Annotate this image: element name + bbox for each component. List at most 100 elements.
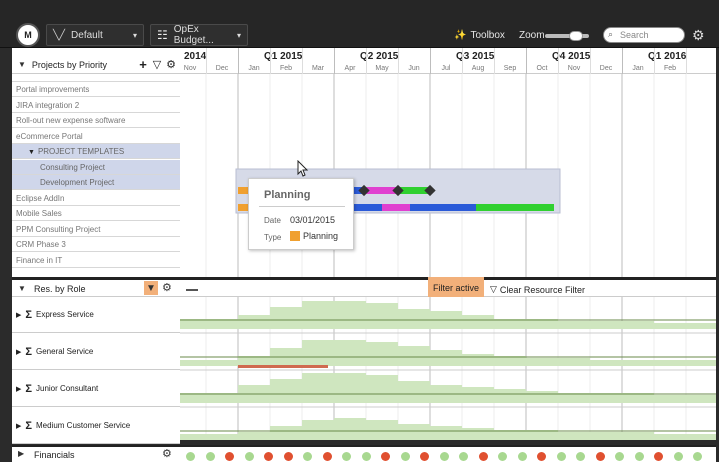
financial-status-dot[interactable] <box>381 452 390 461</box>
view-select[interactable]: ╲╱ Default ▾ <box>46 24 144 46</box>
financial-status-dot[interactable] <box>225 452 234 461</box>
capacity-bar <box>270 379 302 403</box>
financial-status-dot[interactable] <box>478 452 488 461</box>
financial-status-dot[interactable] <box>205 452 215 461</box>
filter-icon[interactable]: ▼ <box>144 281 158 295</box>
financial-status-dot[interactable] <box>537 452 546 461</box>
project-row-partial[interactable] <box>12 74 180 82</box>
development-phase-bar[interactable] <box>476 204 554 211</box>
role-row[interactable]: ▶ Σ Medium Customer Service <box>12 408 180 444</box>
financial-status-dot[interactable] <box>634 452 644 461</box>
project-row[interactable]: ▼ PROJECT TEMPLATES <box>12 144 180 159</box>
financial-status-dot[interactable] <box>693 452 702 461</box>
expand-arrow-icon[interactable]: ▶ <box>16 311 21 319</box>
financial-status-dot[interactable] <box>303 452 312 461</box>
project-row[interactable]: Development Project <box>12 175 180 190</box>
collapse-arrow-icon[interactable]: ▼ <box>18 284 26 293</box>
financial-status-dot[interactable] <box>498 452 507 461</box>
timeline-month-label: Oct <box>536 65 548 72</box>
capacity-bar <box>622 360 654 366</box>
add-icon[interactable]: + <box>136 57 150 72</box>
financial-status-dot[interactable] <box>576 452 585 461</box>
project-row-label: PROJECT TEMPLATES <box>37 147 125 156</box>
timeline-gridline <box>334 48 335 74</box>
financial-status-dot[interactable] <box>264 452 273 461</box>
toolbox-label: Toolbox <box>470 30 505 41</box>
collapse-arrow-icon[interactable]: ▼ <box>28 149 35 156</box>
tooltip-type-value: Planning <box>303 231 339 241</box>
timeline-month-label: Aug <box>471 65 485 72</box>
zoom-slider-handle[interactable] <box>569 31 583 41</box>
capacity-bar <box>270 426 302 440</box>
app-logo[interactable]: M <box>16 23 40 47</box>
financial-status-dot[interactable] <box>420 452 429 461</box>
gear-icon[interactable]: ⚙ <box>162 447 172 460</box>
financial-status-dot[interactable] <box>654 452 663 461</box>
development-phase-bar[interactable] <box>382 204 410 211</box>
financial-status-dot[interactable] <box>361 452 371 461</box>
financial-status-dot[interactable] <box>342 452 351 461</box>
project-row[interactable]: Consulting Project <box>12 159 180 175</box>
expand-arrow-icon[interactable]: ▶ <box>18 449 24 458</box>
capacity-bar <box>366 342 398 366</box>
timeline-gridline <box>366 48 367 74</box>
financial-status-dot[interactable] <box>459 452 468 461</box>
financial-status-dot[interactable] <box>595 452 605 461</box>
financial-status-dot[interactable] <box>615 452 624 461</box>
financial-status-dot[interactable] <box>283 452 293 461</box>
timeline-gridline <box>654 48 655 74</box>
settings-gear-icon[interactable]: ⚙ <box>692 27 705 44</box>
project-row[interactable]: Eclipse AddIn <box>12 190 180 206</box>
timeline-month-label: Nov <box>567 65 581 72</box>
role-row[interactable]: ▶ Σ Junior Consultant <box>12 371 180 407</box>
gear-icon[interactable]: ⚙ <box>162 281 172 294</box>
development-phase-bar[interactable] <box>410 204 476 211</box>
project-row[interactable]: Finance in IT <box>12 252 180 268</box>
search-input[interactable]: ⌕ Search <box>603 27 685 43</box>
project-row[interactable]: Portal improvements <box>12 82 180 97</box>
zoom-label: Zoom <box>519 30 545 41</box>
timeline-month-label: Jan <box>632 65 644 72</box>
search-placeholder: Search <box>620 30 649 40</box>
financial-status-dot[interactable] <box>517 452 527 461</box>
toolbox-button[interactable]: ✨ Toolbox <box>454 30 505 41</box>
timeline-header: 2014 Q1 2015 Q2 2015 Q3 2015 Q4 2015 Q1 2016 N… <box>180 48 716 74</box>
filter-icon[interactable]: ▽ <box>150 58 164 72</box>
financial-status-dot[interactable] <box>400 452 410 461</box>
zoom-slider[interactable] <box>545 31 589 41</box>
project-row[interactable]: Roll-out new expense software <box>12 113 180 128</box>
financial-status-dot[interactable] <box>556 452 566 461</box>
project-row[interactable]: PPM Consulting Project <box>12 221 180 237</box>
timeline-month-label: Feb <box>279 65 293 72</box>
role-row[interactable]: ▶ Σ General Service <box>12 334 180 370</box>
project-row-label: Finance in IT <box>16 255 63 265</box>
capacity-bar <box>334 418 366 440</box>
gear-icon[interactable]: ⚙ <box>164 58 178 72</box>
timeline-gridline <box>302 48 303 74</box>
planning-tooltip: Planning Date 03/01/2015 Type Planning <box>248 178 354 250</box>
project-row[interactable]: CRM Phase 3 <box>12 237 180 252</box>
financial-status-dot[interactable] <box>322 452 332 461</box>
capacity-bar <box>590 360 622 366</box>
chevron-down-icon: ▾ <box>132 30 137 40</box>
financial-status-dot[interactable] <box>186 452 195 461</box>
project-row[interactable]: Mobile Sales <box>12 206 180 221</box>
expand-arrow-icon[interactable]: ▶ <box>16 348 21 356</box>
capacity-bar <box>654 360 686 366</box>
financial-status-dot[interactable] <box>439 452 449 461</box>
expand-arrow-icon[interactable]: ▶ <box>16 385 21 393</box>
financial-status-dot[interactable] <box>244 452 254 461</box>
role-row[interactable]: ▶ Σ Express Service <box>12 297 180 333</box>
expand-arrow-icon[interactable]: ▶ <box>16 422 21 430</box>
project-row[interactable]: eCommerce Portal <box>12 128 180 144</box>
role-row-label: Junior Consultant <box>36 384 99 393</box>
project-row[interactable]: JIRA integration 2 <box>12 97 180 113</box>
capacity-bar <box>654 434 686 440</box>
financial-status-dot[interactable] <box>673 452 683 461</box>
project-row-label: eCommerce Portal <box>16 131 83 141</box>
projects-header: ▼ Projects by Priority + ▽ ⚙ <box>12 56 180 74</box>
capacity-bar <box>334 301 366 329</box>
clear-resource-filter-button[interactable]: ▽ Clear Resource Filter <box>490 284 585 295</box>
budget-select[interactable]: ☷ OpEx Budget... ▾ <box>150 24 248 46</box>
collapse-arrow-icon[interactable]: ▼ <box>18 60 26 69</box>
